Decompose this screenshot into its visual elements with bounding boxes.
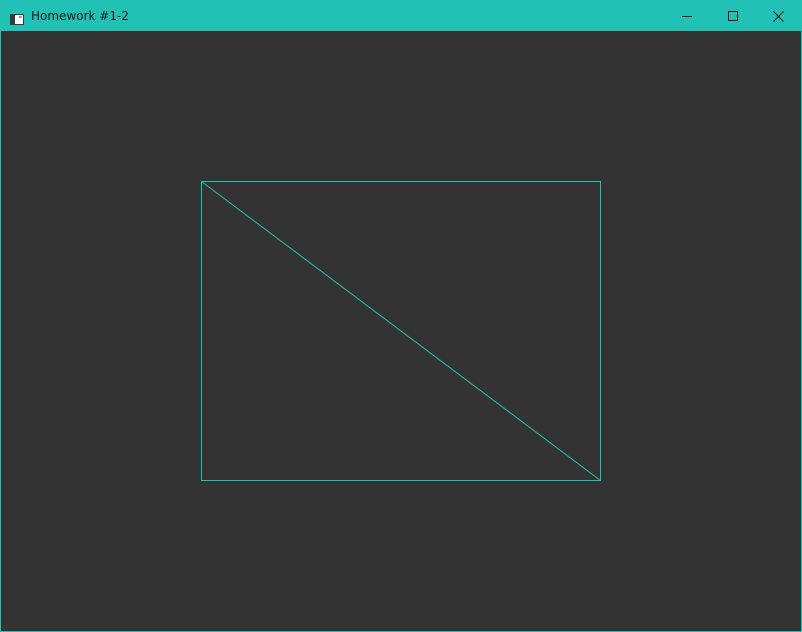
title-bar[interactable]: Homework #1-2 — [1, 1, 801, 31]
close-icon — [772, 10, 784, 22]
maximize-button[interactable] — [710, 1, 756, 31]
minimize-button[interactable] — [664, 1, 710, 31]
close-button[interactable] — [755, 1, 801, 31]
maximize-icon — [728, 11, 738, 21]
minimize-icon — [682, 16, 692, 17]
window-title: Homework #1-2 — [31, 9, 129, 23]
app-window: Homework #1-2 — [0, 0, 802, 632]
drawing-canvas — [201, 181, 601, 481]
app-window-icon — [10, 10, 24, 25]
canvas-area — [1, 31, 801, 631]
diagonal-line — [201, 181, 601, 481]
